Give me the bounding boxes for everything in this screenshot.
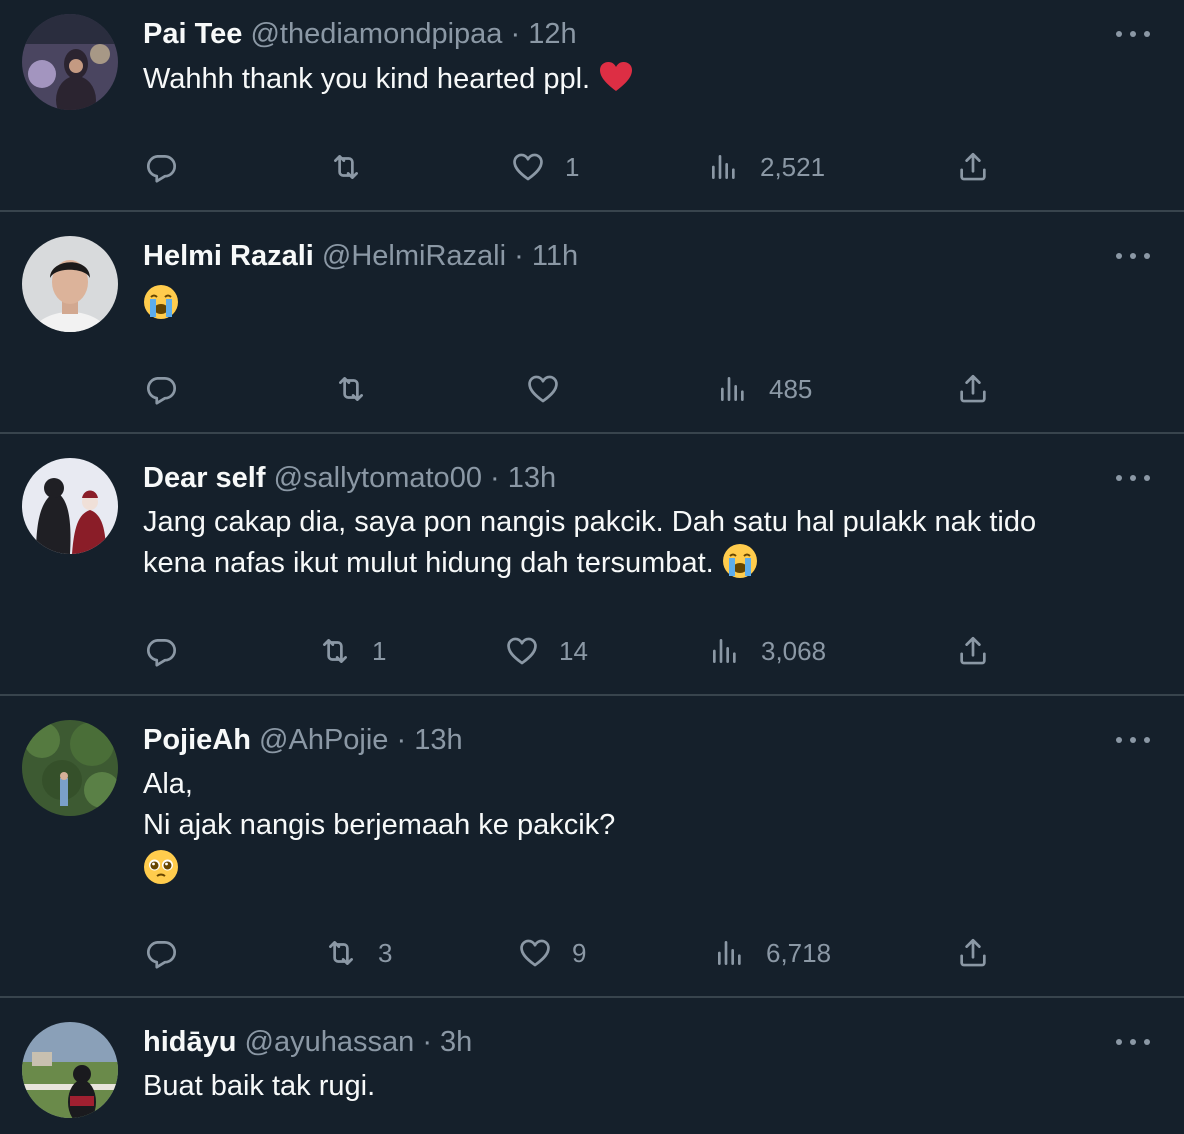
views-button[interactable]: 6,718 bbox=[714, 933, 831, 973]
share-button[interactable] bbox=[956, 147, 990, 187]
tweet[interactable]: Dear self @sallytomato00 · 13h Jang caka… bbox=[0, 434, 1184, 696]
tweet[interactable]: PojieAh @AhPojie · 13h Ala, Ni ajak nang… bbox=[0, 696, 1184, 998]
tweet-text bbox=[143, 281, 1143, 322]
views-icon bbox=[713, 639, 736, 663]
tweet-text-line: Buat baik tak rugi. bbox=[143, 1070, 376, 1102]
like-button[interactable]: 14 bbox=[505, 631, 588, 671]
like-count: 1 bbox=[565, 151, 580, 182]
like-count: 9 bbox=[572, 937, 587, 968]
view-count: 485 bbox=[769, 373, 813, 404]
separator-dot: · bbox=[514, 240, 524, 272]
share-icon bbox=[960, 374, 986, 403]
views-icon bbox=[721, 377, 744, 401]
reply-icon bbox=[146, 155, 177, 183]
share-icon bbox=[960, 152, 986, 181]
pleading-face-emoji bbox=[143, 849, 179, 885]
share-icon bbox=[960, 636, 986, 665]
views-icon bbox=[718, 941, 741, 965]
retweet-icon bbox=[329, 941, 353, 965]
timestamp[interactable]: 13h bbox=[414, 724, 462, 756]
loudly-crying-face-emoji bbox=[722, 543, 758, 579]
handle[interactable]: @ayuhassan bbox=[245, 1026, 415, 1058]
reply-icon bbox=[146, 941, 177, 969]
handle[interactable]: @AhPojie bbox=[259, 724, 388, 756]
tweet[interactable]: Pai Tee @thediamondpipaa · 12h Wahhh tha… bbox=[0, 0, 1184, 212]
separator-dot: · bbox=[422, 1026, 432, 1058]
display-name[interactable]: Helmi Razali bbox=[143, 240, 314, 272]
retweet-icon bbox=[323, 639, 347, 663]
retweet-icon bbox=[334, 155, 358, 179]
views-button[interactable]: 485 bbox=[717, 369, 812, 409]
more-options-icon[interactable] bbox=[1116, 473, 1150, 483]
retweet-count: 1 bbox=[372, 635, 387, 666]
share-button[interactable] bbox=[956, 631, 990, 671]
share-button[interactable] bbox=[956, 369, 990, 409]
view-count: 2,521 bbox=[760, 151, 826, 182]
handle[interactable]: @HelmiRazali bbox=[322, 240, 506, 272]
display-name[interactable]: hidāyu bbox=[143, 1026, 236, 1058]
timestamp[interactable]: 11h bbox=[532, 240, 578, 272]
retweet-button[interactable]: 3 bbox=[324, 933, 392, 973]
reply-icon bbox=[146, 639, 177, 667]
reply-button[interactable] bbox=[144, 147, 178, 187]
more-options-icon[interactable] bbox=[1116, 29, 1150, 39]
handle[interactable]: @sallytomato00 bbox=[274, 462, 482, 494]
tweet-text: Jang cakap dia, saya pon nangis pakcik. … bbox=[143, 502, 1143, 584]
view-count: 3,068 bbox=[761, 635, 827, 666]
like-button[interactable] bbox=[526, 369, 560, 409]
views-button[interactable]: 2,521 bbox=[708, 147, 825, 187]
more-options-icon[interactable] bbox=[1116, 735, 1150, 745]
tweet-text-line: Ala, bbox=[143, 768, 193, 800]
tweet-text-line: Ni ajak nangis berjemaah ke pakcik? bbox=[143, 809, 616, 841]
retweet-button[interactable]: 1 bbox=[318, 631, 386, 671]
retweet-button[interactable] bbox=[329, 147, 363, 187]
like-button[interactable]: 9 bbox=[518, 933, 586, 973]
views-icon bbox=[712, 155, 735, 179]
display-name[interactable]: PojieAh bbox=[143, 724, 251, 756]
reply-button[interactable] bbox=[144, 631, 178, 671]
red-heart-emoji bbox=[598, 59, 634, 95]
reply-button[interactable] bbox=[144, 933, 178, 973]
share-icon bbox=[960, 938, 986, 967]
retweet-icon bbox=[339, 377, 363, 401]
tweet-text-line: Wahhh thank you kind hearted ppl. bbox=[143, 63, 591, 95]
timestamp[interactable]: 3h bbox=[440, 1026, 472, 1058]
views-button[interactable]: 3,068 bbox=[709, 631, 826, 671]
avatar[interactable] bbox=[22, 1022, 118, 1118]
tweet[interactable]: hidāyu @ayuhassan · 3h Buat baik tak rug… bbox=[0, 998, 1184, 1134]
loudly-crying-face-emoji bbox=[143, 284, 179, 320]
reply-icon bbox=[146, 377, 177, 405]
separator-dot: · bbox=[396, 724, 407, 756]
reply-button[interactable] bbox=[144, 369, 178, 409]
tweet-text: Ala, Ni ajak nangis berjemaah ke pakcik? bbox=[143, 764, 1143, 887]
more-options-icon[interactable] bbox=[1116, 1037, 1150, 1047]
view-count: 6,718 bbox=[766, 937, 832, 968]
heart-icon bbox=[507, 637, 537, 665]
like-button[interactable]: 1 bbox=[511, 147, 579, 187]
avatar[interactable] bbox=[22, 14, 118, 110]
separator-dot: · bbox=[510, 18, 521, 50]
timestamp[interactable]: 12h bbox=[528, 18, 576, 50]
timestamp[interactable]: 13h bbox=[508, 462, 556, 494]
retweet-count: 3 bbox=[378, 937, 393, 968]
tweet[interactable]: Helmi Razali @HelmiRazali · 11h 485 bbox=[0, 212, 1184, 434]
heart-icon bbox=[520, 939, 550, 967]
avatar[interactable] bbox=[22, 458, 118, 554]
heart-icon bbox=[513, 153, 543, 181]
separator-dot: · bbox=[490, 462, 500, 494]
avatar[interactable] bbox=[22, 236, 118, 332]
share-button[interactable] bbox=[956, 933, 990, 973]
retweet-button[interactable] bbox=[334, 369, 368, 409]
tweet-text-line: Jang cakap dia, saya pon nangis pakcik. … bbox=[143, 506, 1037, 538]
handle[interactable]: @thediamondpipaa bbox=[250, 18, 502, 50]
more-options-icon[interactable] bbox=[1116, 251, 1150, 261]
tweet-text: Buat baik tak rugi. bbox=[143, 1066, 1143, 1107]
like-count: 14 bbox=[559, 635, 588, 666]
display-name[interactable]: Dear self bbox=[143, 462, 266, 494]
tweet-text: Wahhh thank you kind hearted ppl. bbox=[143, 59, 1143, 100]
display-name[interactable]: Pai Tee bbox=[143, 18, 242, 50]
avatar[interactable] bbox=[22, 720, 118, 816]
heart-icon bbox=[528, 375, 558, 403]
tweet-text-line: kena nafas ikut mulut hidung dah tersumb… bbox=[143, 547, 714, 579]
